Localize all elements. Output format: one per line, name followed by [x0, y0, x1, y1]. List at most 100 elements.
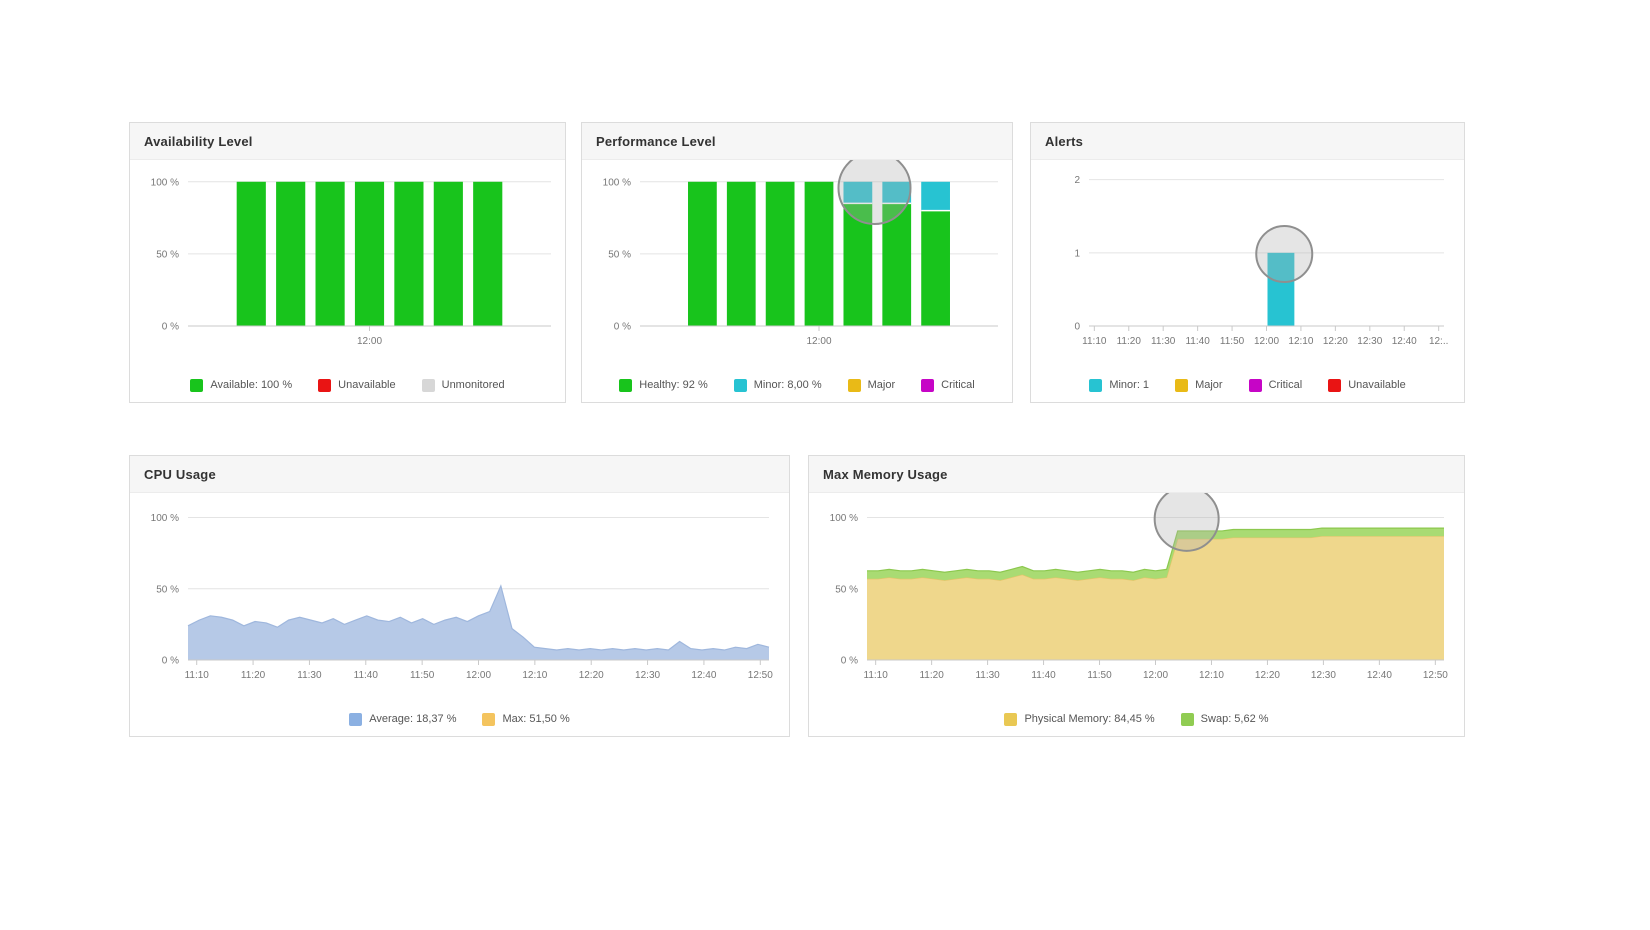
max-memory-usage-chart[interactable]: 0 %50 %100 %11:1011:2011:3011:4011:5012:… — [809, 493, 1464, 702]
panel-availability-level: Availability Level 0 %50 %100 %12:00 Ava… — [129, 122, 566, 403]
panel-header: CPU Usage — [130, 456, 789, 493]
svg-text:11:10: 11:10 — [185, 670, 210, 681]
legend-label: Major — [868, 379, 896, 391]
svg-text:12:20: 12:20 — [1255, 670, 1280, 681]
svg-text:12:50: 12:50 — [748, 670, 773, 681]
svg-text:12:40: 12:40 — [1367, 670, 1392, 681]
svg-text:11:10: 11:10 — [864, 670, 889, 681]
svg-text:11:30: 11:30 — [1151, 336, 1176, 347]
legend-label: Average: 18,37 % — [369, 713, 456, 725]
panel-cpu-usage: CPU Usage 0 %50 %100 %11:1011:2011:3011:… — [129, 455, 790, 737]
legend-label: Minor: 1 — [1109, 379, 1149, 391]
legend-label: Physical Memory: 84,45 % — [1024, 713, 1154, 725]
svg-text:11:50: 11:50 — [1220, 336, 1245, 347]
legend-swatch — [190, 379, 203, 392]
svg-text:11:30: 11:30 — [975, 670, 1000, 681]
svg-text:11:40: 11:40 — [1185, 336, 1210, 347]
svg-text:2: 2 — [1074, 175, 1080, 186]
legend-label: Swap: 5,62 % — [1201, 713, 1269, 725]
legend-item[interactable]: Healthy: 92 % — [619, 379, 707, 392]
legend-item[interactable]: Major — [848, 379, 896, 392]
legend-label: Critical — [941, 379, 975, 391]
legend-item[interactable]: Physical Memory: 84,45 % — [1004, 713, 1154, 726]
svg-text:50 %: 50 % — [608, 249, 631, 260]
svg-text:12:00: 12:00 — [1254, 336, 1279, 347]
svg-text:11:20: 11:20 — [919, 670, 944, 681]
legend-swatch — [422, 379, 435, 392]
svg-text:12:00: 12:00 — [357, 336, 382, 347]
legend-item[interactable]: Critical — [1249, 379, 1303, 392]
legend-swatch — [482, 713, 495, 726]
svg-text:11:20: 11:20 — [241, 670, 266, 681]
svg-text:12:10: 12:10 — [1288, 336, 1313, 347]
legend-item[interactable]: Critical — [921, 379, 975, 392]
legend-item[interactable]: Average: 18,37 % — [349, 713, 456, 726]
chart-area: 0 %50 %100 %12:00 — [582, 160, 1012, 368]
legend-label: Minor: 8,00 % — [754, 379, 822, 391]
svg-text:11:50: 11:50 — [1087, 670, 1112, 681]
cpu-usage-chart[interactable]: 0 %50 %100 %11:1011:2011:3011:4011:5012:… — [130, 493, 789, 702]
legend-swatch — [619, 379, 632, 392]
dashboard: Availability Level 0 %50 %100 %12:00 Ava… — [0, 0, 1650, 930]
panel-header: Performance Level — [582, 123, 1012, 160]
chart-legend: Physical Memory: 84,45 % Swap: 5,62 % — [809, 702, 1464, 736]
legend-item[interactable]: Unmonitored — [422, 379, 505, 392]
availability-level-chart[interactable]: 0 %50 %100 %12:00 — [130, 160, 565, 368]
panel-title: Alerts — [1045, 134, 1083, 149]
svg-text:12:40: 12:40 — [691, 670, 716, 681]
svg-text:12:30: 12:30 — [1311, 670, 1336, 681]
svg-text:11:40: 11:40 — [1031, 670, 1056, 681]
legend-swatch — [318, 379, 331, 392]
alerts-chart[interactable]: 01211:1011:2011:3011:4011:5012:0012:1012… — [1031, 160, 1464, 368]
svg-text:12:10: 12:10 — [522, 670, 547, 681]
panel-header: Availability Level — [130, 123, 565, 160]
svg-text:12:50: 12:50 — [1423, 670, 1448, 681]
svg-text:0: 0 — [1074, 322, 1080, 333]
panel-performance-level: Performance Level 0 %50 %100 %12:00 Heal… — [581, 122, 1013, 403]
svg-text:1: 1 — [1074, 248, 1080, 259]
svg-text:12:40: 12:40 — [1392, 336, 1417, 347]
legend-label: Unavailable — [1348, 379, 1405, 391]
legend-item[interactable]: Available: 100 % — [190, 379, 292, 392]
legend-swatch — [734, 379, 747, 392]
chart-legend: Healthy: 92 % Minor: 8,00 % Major Critical — [582, 368, 1012, 402]
legend-swatch — [1175, 379, 1188, 392]
legend-swatch — [349, 713, 362, 726]
panel-title: Availability Level — [144, 134, 253, 149]
legend-swatch — [921, 379, 934, 392]
panel-title: Max Memory Usage — [823, 467, 948, 482]
svg-text:100 %: 100 % — [830, 513, 858, 524]
svg-text:12:..: 12:.. — [1429, 336, 1448, 347]
panel-title: CPU Usage — [144, 467, 216, 482]
legend-label: Healthy: 92 % — [639, 379, 707, 391]
svg-text:12:20: 12:20 — [1323, 336, 1348, 347]
svg-text:0 %: 0 % — [162, 322, 179, 333]
legend-swatch — [1181, 713, 1194, 726]
panel-header: Max Memory Usage — [809, 456, 1464, 493]
legend-item[interactable]: Minor: 1 — [1089, 379, 1149, 392]
panel-max-memory-usage: Max Memory Usage 0 %50 %100 %11:1011:201… — [808, 455, 1465, 737]
svg-text:0 %: 0 % — [841, 656, 858, 667]
svg-text:12:30: 12:30 — [1357, 336, 1382, 347]
legend-item[interactable]: Unavailable — [1328, 379, 1405, 392]
legend-label: Critical — [1269, 379, 1303, 391]
chart-area: 0 %50 %100 %11:1011:2011:3011:4011:5012:… — [809, 493, 1464, 702]
legend-item[interactable]: Max: 51,50 % — [482, 713, 569, 726]
legend-label: Max: 51,50 % — [502, 713, 569, 725]
legend-item[interactable]: Major — [1175, 379, 1223, 392]
legend-item[interactable]: Swap: 5,62 % — [1181, 713, 1269, 726]
panel-alerts: Alerts 01211:1011:2011:3011:4011:5012:00… — [1030, 122, 1465, 403]
performance-level-chart[interactable]: 0 %50 %100 %12:00 — [582, 160, 1012, 368]
chart-legend: Average: 18,37 % Max: 51,50 % — [130, 702, 789, 736]
panel-title: Performance Level — [596, 134, 716, 149]
chart-area: 0 %50 %100 %11:1011:2011:3011:4011:5012:… — [130, 493, 789, 702]
chart-legend: Minor: 1 Major Critical Unavailable — [1031, 368, 1464, 402]
legend-swatch — [848, 379, 861, 392]
chart-legend: Available: 100 % Unavailable Unmonitored — [130, 368, 565, 402]
svg-text:11:10: 11:10 — [1082, 336, 1107, 347]
svg-text:100 %: 100 % — [151, 513, 179, 524]
legend-swatch — [1328, 379, 1341, 392]
legend-item[interactable]: Unavailable — [318, 379, 395, 392]
svg-text:11:30: 11:30 — [297, 670, 322, 681]
legend-item[interactable]: Minor: 8,00 % — [734, 379, 822, 392]
